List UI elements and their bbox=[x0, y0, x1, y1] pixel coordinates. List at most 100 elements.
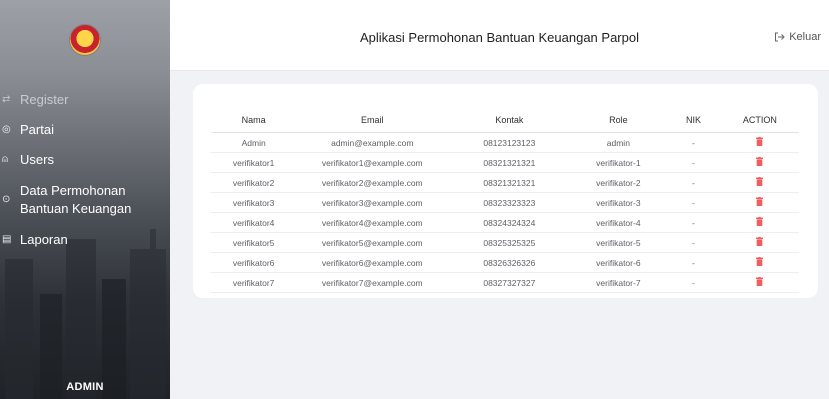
table-row: verifikator3 verifikator3@example.com 0832… bbox=[211, 192, 799, 213]
delete-button[interactable] bbox=[756, 137, 764, 148]
page-title: Aplikasi Permohonan Bantuan Keuangan Par… bbox=[360, 30, 639, 45]
cell-nik: - bbox=[666, 132, 721, 153]
cell-nik: - bbox=[666, 152, 721, 173]
trash-icon bbox=[756, 237, 764, 247]
cell-role: verifikator-5 bbox=[570, 232, 667, 253]
cell-action bbox=[720, 172, 799, 193]
sidebar: ⇄ Register ◎ Partai ⍝ Users ⊙ Data Permo… bbox=[0, 0, 170, 399]
table-body: Admin admin@example.com 08123123123 admin - v… bbox=[211, 132, 799, 293]
cell-email: verifikator5@example.com bbox=[296, 232, 449, 253]
column-header-kontak: Kontak bbox=[448, 108, 571, 133]
cell-kontak: 08327327327 bbox=[448, 272, 571, 293]
delete-button[interactable] bbox=[756, 257, 764, 268]
cell-nama: verifikator1 bbox=[211, 152, 297, 173]
cell-kontak: 08321321321 bbox=[448, 172, 571, 193]
sidebar-item-laporan[interactable]: ▤ Laporan bbox=[0, 232, 170, 248]
trash-icon bbox=[756, 277, 764, 287]
cell-nik: - bbox=[666, 212, 721, 233]
sidebar-item-partai[interactable]: ◎ Partai bbox=[0, 122, 170, 138]
cell-nik: - bbox=[666, 252, 721, 273]
app-root: ⇄ Register ◎ Partai ⍝ Users ⊙ Data Permo… bbox=[0, 0, 829, 399]
table-row: verifikator6 verifikator6@example.com 0832… bbox=[211, 252, 799, 273]
trash-icon bbox=[756, 137, 764, 147]
users-card: Nama Email Kontak Role NIK ACTION Admin a… bbox=[193, 84, 818, 298]
cell-action bbox=[720, 192, 799, 213]
delete-button[interactable] bbox=[756, 277, 764, 288]
sidebar-item-label-line2: Bantuan Keuangan bbox=[20, 201, 132, 216]
cell-nik: - bbox=[666, 192, 721, 213]
table-row: verifikator1 verifikator1@example.com 0832… bbox=[211, 152, 799, 173]
cell-role: verifikator-4 bbox=[570, 212, 667, 233]
trash-icon bbox=[756, 257, 764, 267]
column-header-nama: Nama bbox=[211, 108, 297, 133]
cell-nama: verifikator3 bbox=[211, 192, 297, 213]
sidebar-item-users[interactable]: ⍝ Users bbox=[0, 152, 170, 168]
cell-kontak: 08323323323 bbox=[448, 192, 571, 213]
column-header-role: Role bbox=[570, 108, 667, 133]
column-header-action: ACTION bbox=[720, 108, 799, 133]
cell-action bbox=[720, 232, 799, 253]
cell-action bbox=[720, 272, 799, 293]
cell-nama: verifikator4 bbox=[211, 212, 297, 233]
cell-nama: Admin bbox=[211, 132, 297, 153]
cell-action bbox=[720, 132, 799, 153]
delete-button[interactable] bbox=[756, 177, 764, 188]
top-header: Aplikasi Permohonan Bantuan Keuangan Par… bbox=[170, 0, 829, 71]
cell-role: verifikator-3 bbox=[570, 192, 667, 213]
cell-role: admin bbox=[570, 132, 667, 153]
sidebar-item-label: Laporan bbox=[20, 232, 68, 247]
cell-email: verifikator3@example.com bbox=[296, 192, 449, 213]
sidebar-item-label: Users bbox=[20, 152, 54, 167]
app-logo[interactable] bbox=[70, 25, 100, 55]
logout-icon bbox=[775, 32, 785, 42]
table-row: verifikator2 verifikator2@example.com 0832… bbox=[211, 172, 799, 193]
table-row: verifikator7 verifikator7@example.com 0832… bbox=[211, 272, 799, 293]
trash-icon bbox=[756, 217, 764, 227]
register-icon: ⇄ bbox=[2, 94, 11, 105]
logout-button[interactable]: Keluar bbox=[774, 31, 821, 43]
users-icon: ⍝ bbox=[2, 154, 8, 165]
cell-email: admin@example.com bbox=[296, 132, 449, 153]
delete-button[interactable] bbox=[756, 237, 764, 248]
sidebar-item-register[interactable]: ⇄ Register bbox=[0, 92, 170, 108]
cell-nama: verifikator7 bbox=[211, 272, 297, 293]
delete-button[interactable] bbox=[756, 197, 764, 208]
cell-action bbox=[720, 152, 799, 173]
cell-email: verifikator6@example.com bbox=[296, 252, 449, 273]
cell-kontak: 08326326326 bbox=[448, 252, 571, 273]
delete-button[interactable] bbox=[756, 217, 764, 228]
sidebar-item-data-permohonan[interactable]: ⊙ Data Permohonan Bantuan Keuangan bbox=[0, 182, 170, 218]
cell-nama: verifikator6 bbox=[211, 252, 297, 273]
column-header-email: Email bbox=[296, 108, 449, 133]
cell-email: verifikator7@example.com bbox=[296, 272, 449, 293]
cell-kontak: 08321321321 bbox=[448, 152, 571, 173]
sidebar-item-label-line1: Data Permohonan bbox=[20, 183, 126, 198]
sidebar-item-label: Partai bbox=[20, 122, 54, 137]
column-header-nik: NIK bbox=[666, 108, 721, 133]
trash-icon bbox=[756, 197, 764, 207]
sidebar-footer-role: ADMIN bbox=[66, 381, 104, 393]
cell-kontak: 08123123123 bbox=[448, 132, 571, 153]
cell-email: verifikator4@example.com bbox=[296, 212, 449, 233]
cell-role: verifikator-6 bbox=[570, 252, 667, 273]
cell-nama: verifikator5 bbox=[211, 232, 297, 253]
table-header-row: Nama Email Kontak Role NIK ACTION bbox=[211, 108, 799, 133]
cell-email: verifikator1@example.com bbox=[296, 152, 449, 173]
cell-nik: - bbox=[666, 272, 721, 293]
table-row: Admin admin@example.com 08123123123 admin - bbox=[211, 132, 799, 153]
cell-role: verifikator-7 bbox=[570, 272, 667, 293]
delete-button[interactable] bbox=[756, 157, 764, 168]
sidebar-item-label: Register bbox=[20, 92, 69, 107]
users-table: Nama Email Kontak Role NIK ACTION Admin a… bbox=[211, 108, 799, 293]
trash-icon bbox=[756, 157, 764, 167]
sidebar-nav: ⇄ Register ◎ Partai ⍝ Users ⊙ Data Permo… bbox=[0, 88, 170, 248]
table-row: verifikator4 verifikator4@example.com 0832… bbox=[211, 212, 799, 233]
cell-kontak: 08325325325 bbox=[448, 232, 571, 253]
cell-role: verifikator-2 bbox=[570, 172, 667, 193]
partai-icon: ◎ bbox=[2, 124, 11, 135]
cell-email: verifikator2@example.com bbox=[296, 172, 449, 193]
logo-area bbox=[0, 10, 170, 70]
logout-label: Keluar bbox=[789, 31, 821, 43]
cell-nik: - bbox=[666, 172, 721, 193]
cell-nik: - bbox=[666, 232, 721, 253]
